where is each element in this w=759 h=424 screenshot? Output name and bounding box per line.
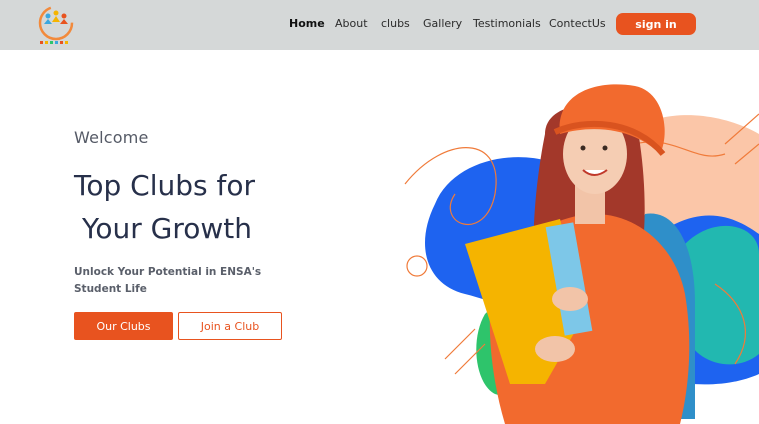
logo-icon bbox=[38, 5, 74, 44]
hero-subtitle: Unlock Your Potential in ENSA's Student … bbox=[74, 266, 262, 295]
headline-line-1: Top Clubs for bbox=[74, 169, 255, 202]
nav-gallery[interactable]: Gallery bbox=[423, 17, 462, 30]
sign-in-button[interactable]: sign in bbox=[616, 13, 696, 35]
nav-contact[interactable]: ContectUs bbox=[549, 17, 606, 30]
top-navbar: Home About clubs Gallery Testimonials Co… bbox=[0, 0, 759, 50]
nav-about[interactable]: About bbox=[335, 17, 368, 30]
join-club-button[interactable]: Join a Club bbox=[178, 312, 282, 340]
our-clubs-button[interactable]: Our Clubs bbox=[74, 312, 173, 340]
brand-logo[interactable] bbox=[34, 2, 78, 48]
student-image bbox=[404, 84, 759, 424]
nav-home[interactable]: Home bbox=[289, 17, 325, 30]
nav-testimonials[interactable]: Testimonials bbox=[473, 17, 541, 30]
headline-line-2: Your Growth bbox=[82, 212, 253, 245]
hero-headline: Top Clubs for Your Growth bbox=[74, 164, 255, 250]
welcome-text: Welcome bbox=[74, 128, 149, 147]
hero-illustration bbox=[395, 74, 759, 424]
nav-clubs[interactable]: clubs bbox=[381, 17, 410, 30]
